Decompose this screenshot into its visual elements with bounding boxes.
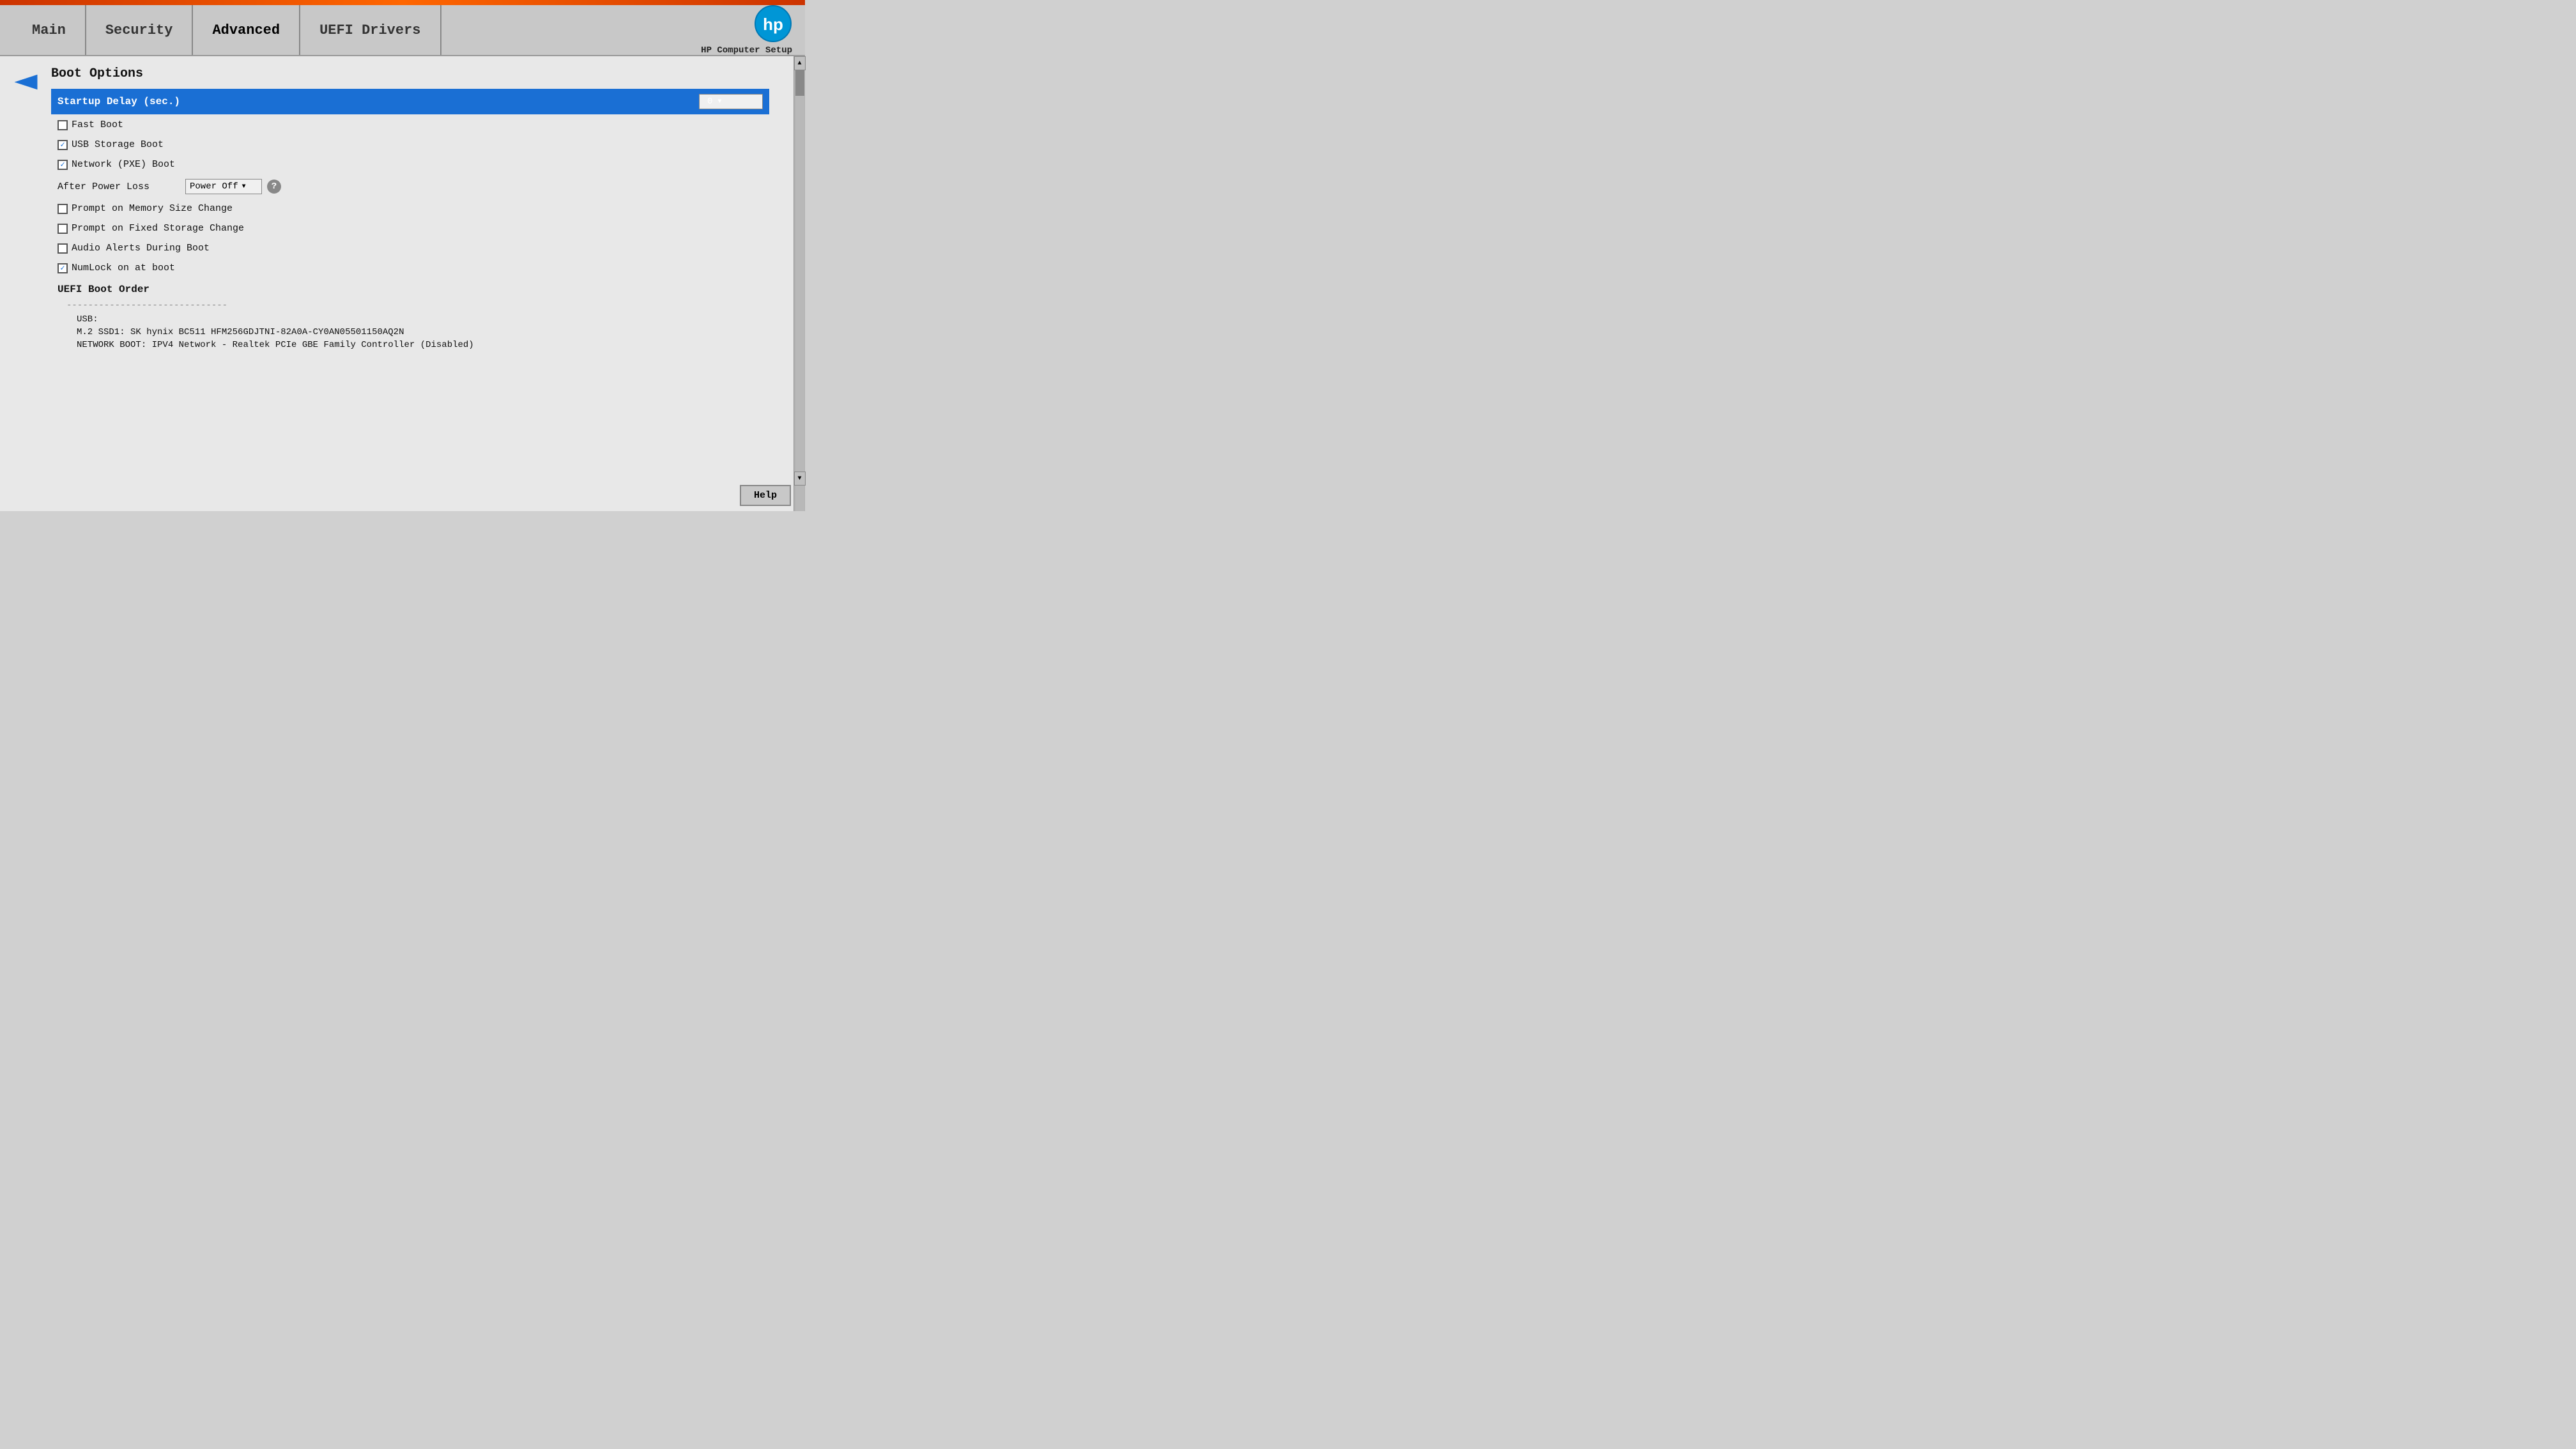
usb-storage-boot-row[interactable]: USB Storage Boot	[51, 135, 781, 154]
prompt-memory-row[interactable]: Prompt on Memory Size Change	[51, 199, 781, 218]
header: Main Security Advanced UEFI Drivers hp H…	[0, 5, 805, 56]
after-power-loss-arrow-icon: ▼	[242, 183, 246, 190]
usb-storage-boot-label: USB Storage Boot	[72, 139, 164, 150]
help-button[interactable]: Help	[740, 485, 791, 506]
scroll-track	[795, 70, 804, 511]
startup-delay-dropdown[interactable]: 0 ▼	[699, 94, 763, 109]
scroll-down-button[interactable]: ▼	[794, 471, 806, 486]
nav-tabs: Main Security Advanced UEFI Drivers	[13, 5, 701, 55]
network-pxe-boot-label: Network (PXE) Boot	[72, 159, 175, 170]
numlock-checkbox[interactable]	[57, 263, 68, 273]
tab-security[interactable]: Security	[86, 5, 194, 55]
prompt-memory-checkbox[interactable]	[57, 204, 68, 214]
after-power-loss-value: Power Off	[190, 181, 238, 192]
tab-main[interactable]: Main	[13, 5, 86, 55]
audio-alerts-checkbox[interactable]	[57, 243, 68, 254]
after-power-loss-dropdown[interactable]: Power Off ▼	[185, 179, 262, 194]
scroll-down-icon: ▼	[797, 475, 801, 482]
content-area: Boot Options Startup Delay (sec.) 0 ▼ Fa…	[0, 56, 793, 511]
network-pxe-boot-row[interactable]: Network (PXE) Boot	[51, 155, 781, 174]
top-bar	[0, 0, 805, 5]
hp-logo-area: hp HP Computer Setup	[701, 4, 792, 56]
page-title: Boot Options	[51, 66, 781, 81]
svg-text:hp: hp	[763, 15, 783, 34]
startup-delay-value: 0	[707, 96, 712, 107]
startup-delay-arrow-icon: ▼	[717, 98, 721, 105]
tab-uefi-drivers[interactable]: UEFI Drivers	[300, 5, 441, 55]
audio-alerts-label: Audio Alerts During Boot	[72, 243, 210, 254]
main-content: Boot Options Startup Delay (sec.) 0 ▼ Fa…	[0, 56, 805, 511]
boot-order-divider: ------------------------------	[51, 298, 781, 313]
after-power-loss-row: After Power Loss Power Off ▼ ?	[51, 175, 781, 198]
tab-advanced[interactable]: Advanced	[193, 5, 300, 55]
boot-order-item-1[interactable]: M.2 SSD1: SK hynix BC511 HFM256GDJTNI-82…	[51, 326, 781, 339]
network-pxe-boot-checkbox[interactable]	[57, 160, 68, 170]
usb-storage-boot-checkbox[interactable]	[57, 140, 68, 150]
back-button[interactable]	[12, 68, 40, 96]
after-power-loss-help-icon[interactable]: ?	[267, 180, 281, 194]
fast-boot-label: Fast Boot	[72, 119, 123, 130]
scroll-up-icon: ▲	[797, 60, 801, 67]
boot-order-item-2[interactable]: NETWORK BOOT: IPV4 Network - Realtek PCI…	[51, 339, 781, 351]
fast-boot-checkbox[interactable]	[57, 120, 68, 130]
scroll-up-button[interactable]: ▲	[794, 56, 806, 70]
uefi-boot-order-label: UEFI Boot Order	[51, 279, 781, 298]
fast-boot-row[interactable]: Fast Boot	[51, 116, 781, 134]
boot-order-item-0[interactable]: USB:	[51, 313, 781, 326]
hp-logo-icon: hp	[754, 4, 792, 43]
prompt-storage-label: Prompt on Fixed Storage Change	[72, 223, 244, 234]
help-button-area: Help	[740, 485, 791, 506]
prompt-storage-checkbox[interactable]	[57, 224, 68, 234]
startup-delay-row[interactable]: Startup Delay (sec.) 0 ▼	[51, 89, 769, 114]
scroll-thumb[interactable]	[795, 70, 804, 96]
prompt-storage-row[interactable]: Prompt on Fixed Storage Change	[51, 219, 781, 238]
prompt-memory-label: Prompt on Memory Size Change	[72, 203, 233, 214]
numlock-row[interactable]: NumLock on at boot	[51, 259, 781, 277]
settings-list: Startup Delay (sec.) 0 ▼ Fast Boot USB S…	[51, 89, 781, 351]
numlock-label: NumLock on at boot	[72, 263, 175, 273]
audio-alerts-row[interactable]: Audio Alerts During Boot	[51, 239, 781, 257]
after-power-loss-label: After Power Loss	[57, 181, 185, 192]
scrollbar: ▲ ▼	[793, 56, 805, 511]
hp-subtitle: HP Computer Setup	[701, 45, 792, 56]
startup-delay-label: Startup Delay (sec.)	[57, 96, 699, 107]
